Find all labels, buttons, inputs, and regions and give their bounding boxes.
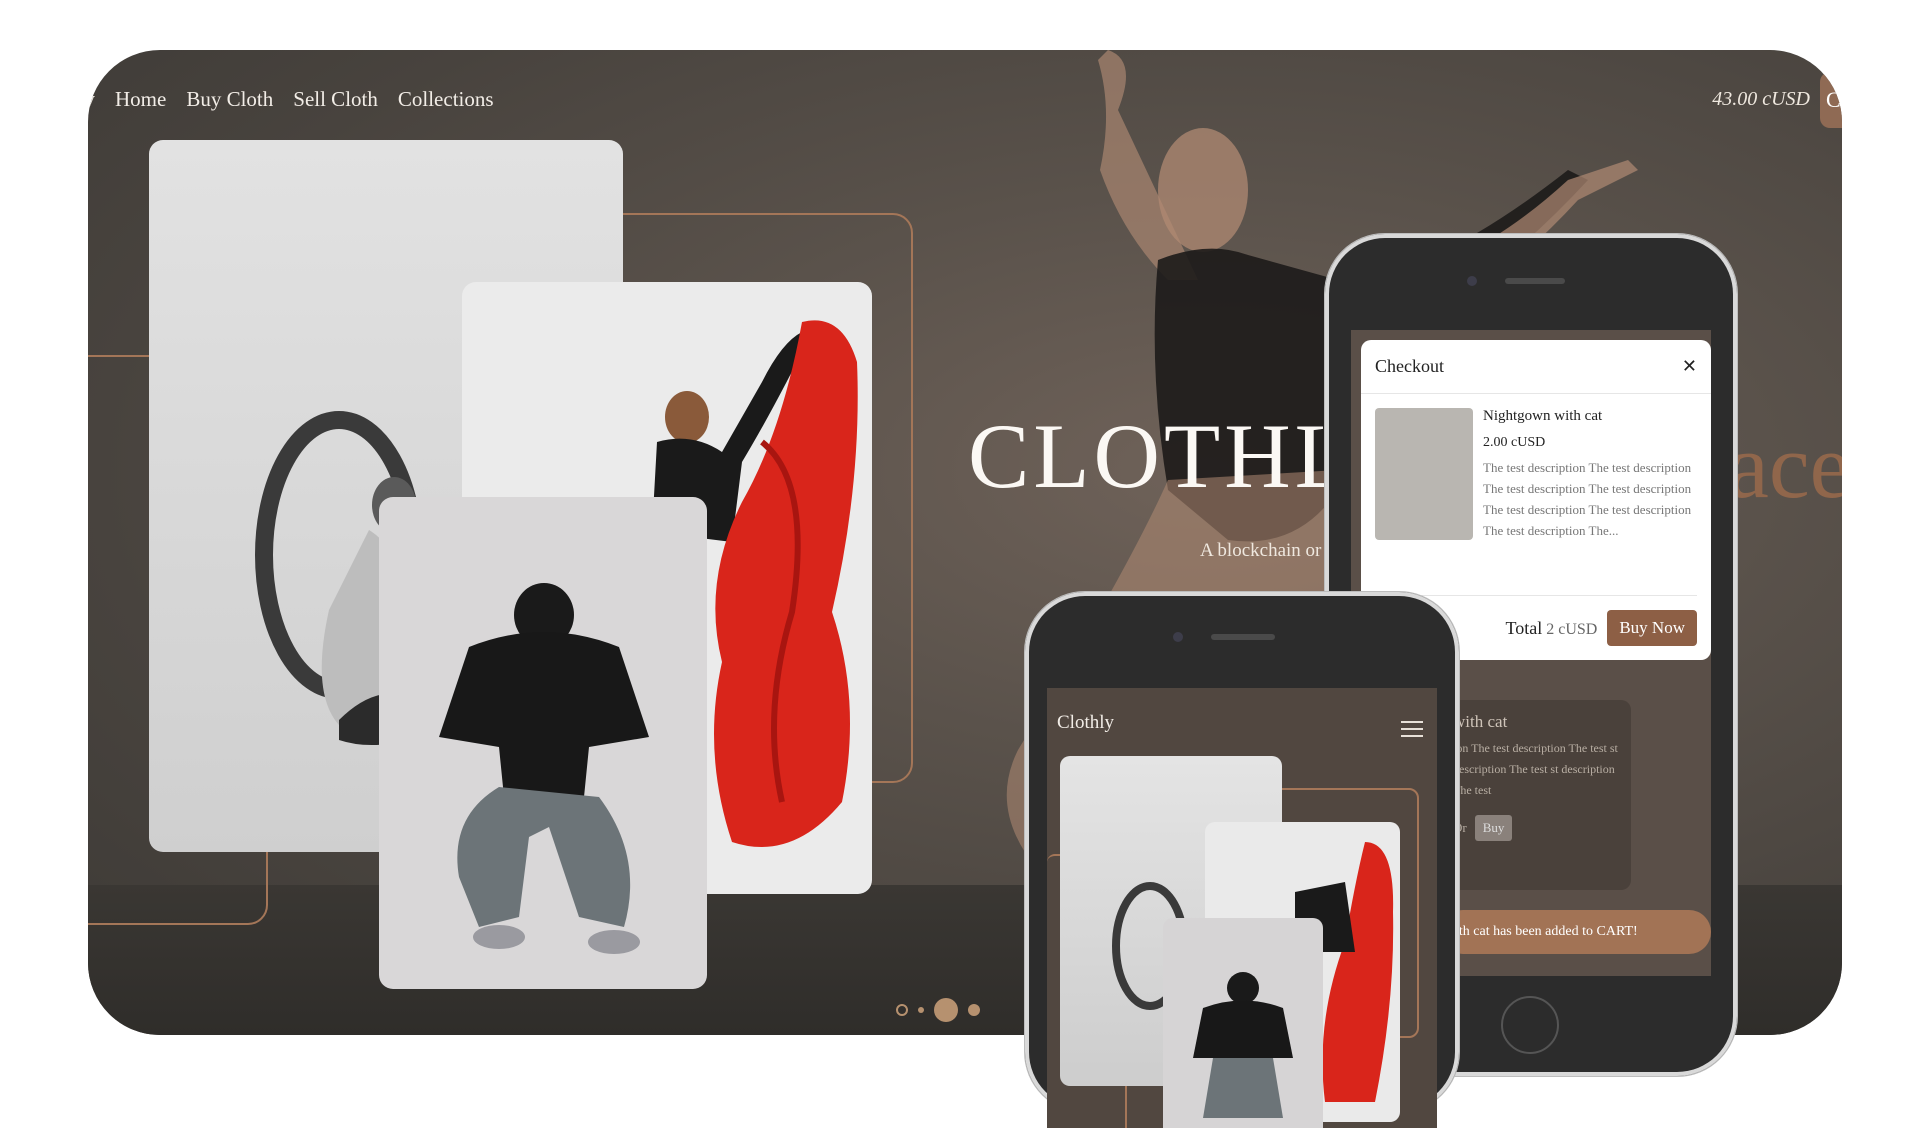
modal-header: Checkout ✕ bbox=[1361, 340, 1711, 394]
wallet-balance: 43.00 cUSD bbox=[1712, 88, 1810, 110]
nav-home[interactable]: Home bbox=[115, 87, 166, 112]
buy-now-button[interactable]: Buy Now bbox=[1607, 610, 1697, 646]
phone-speaker bbox=[1505, 278, 1565, 284]
brand-ghost-text: ace bbox=[1728, 415, 1842, 517]
item-name: Nightgown with cat bbox=[1483, 408, 1603, 424]
product-thumbnail bbox=[1375, 408, 1473, 540]
mobile-photo-crouching bbox=[1163, 918, 1323, 1128]
carousel-dots bbox=[896, 998, 980, 1022]
total-value: 2 cUSD bbox=[1546, 620, 1598, 638]
item-description: The test description The test descriptio… bbox=[1483, 460, 1692, 538]
mobile-phone: Clothly bbox=[1025, 592, 1459, 1128]
account-button[interactable]: C bbox=[1820, 72, 1842, 128]
mobile-logo[interactable]: Clothly bbox=[1057, 712, 1114, 734]
home-button[interactable] bbox=[1501, 996, 1559, 1054]
nav-collections[interactable]: Collections bbox=[398, 87, 494, 112]
carousel-dot-4[interactable] bbox=[968, 1004, 980, 1016]
carousel-dot-1[interactable] bbox=[896, 1004, 908, 1016]
product-card-bg: with cat ion The test description The te… bbox=[1441, 700, 1631, 890]
hamburger-icon[interactable] bbox=[1401, 716, 1423, 742]
tagline: A blockchain or bbox=[1200, 540, 1322, 561]
cart-toast: ith cat has been added to CART! bbox=[1441, 910, 1711, 954]
buy-button-bg[interactable]: Buy bbox=[1474, 815, 1513, 841]
nav-sell-cloth[interactable]: Sell Cloth bbox=[293, 87, 378, 112]
mobile-screen: Clothly bbox=[1047, 688, 1437, 1128]
product-card-desc: ion The test description The test st des… bbox=[1453, 741, 1618, 797]
front-camera bbox=[1173, 632, 1183, 642]
nav-buy-cloth[interactable]: Buy Cloth bbox=[186, 87, 273, 112]
cart-item: Nightgown with cat 2.00 cUSD The test de… bbox=[1361, 394, 1711, 541]
main-nav: y Home Buy Cloth Sell Cloth Collections bbox=[88, 86, 494, 112]
item-price: 2.00 cUSD bbox=[1483, 435, 1546, 450]
logo-fragment: y bbox=[88, 86, 95, 111]
total-label: Total 2 cUSD bbox=[1505, 617, 1598, 638]
product-card-title: with cat bbox=[1453, 712, 1508, 731]
modal-title: Checkout bbox=[1375, 356, 1444, 376]
phone-speaker bbox=[1211, 634, 1275, 640]
close-icon[interactable]: ✕ bbox=[1682, 356, 1697, 377]
carousel-dot-active[interactable] bbox=[934, 998, 958, 1022]
photo-crouching bbox=[379, 497, 707, 989]
front-camera bbox=[1467, 276, 1477, 286]
carousel-dot-2[interactable] bbox=[918, 1007, 924, 1013]
